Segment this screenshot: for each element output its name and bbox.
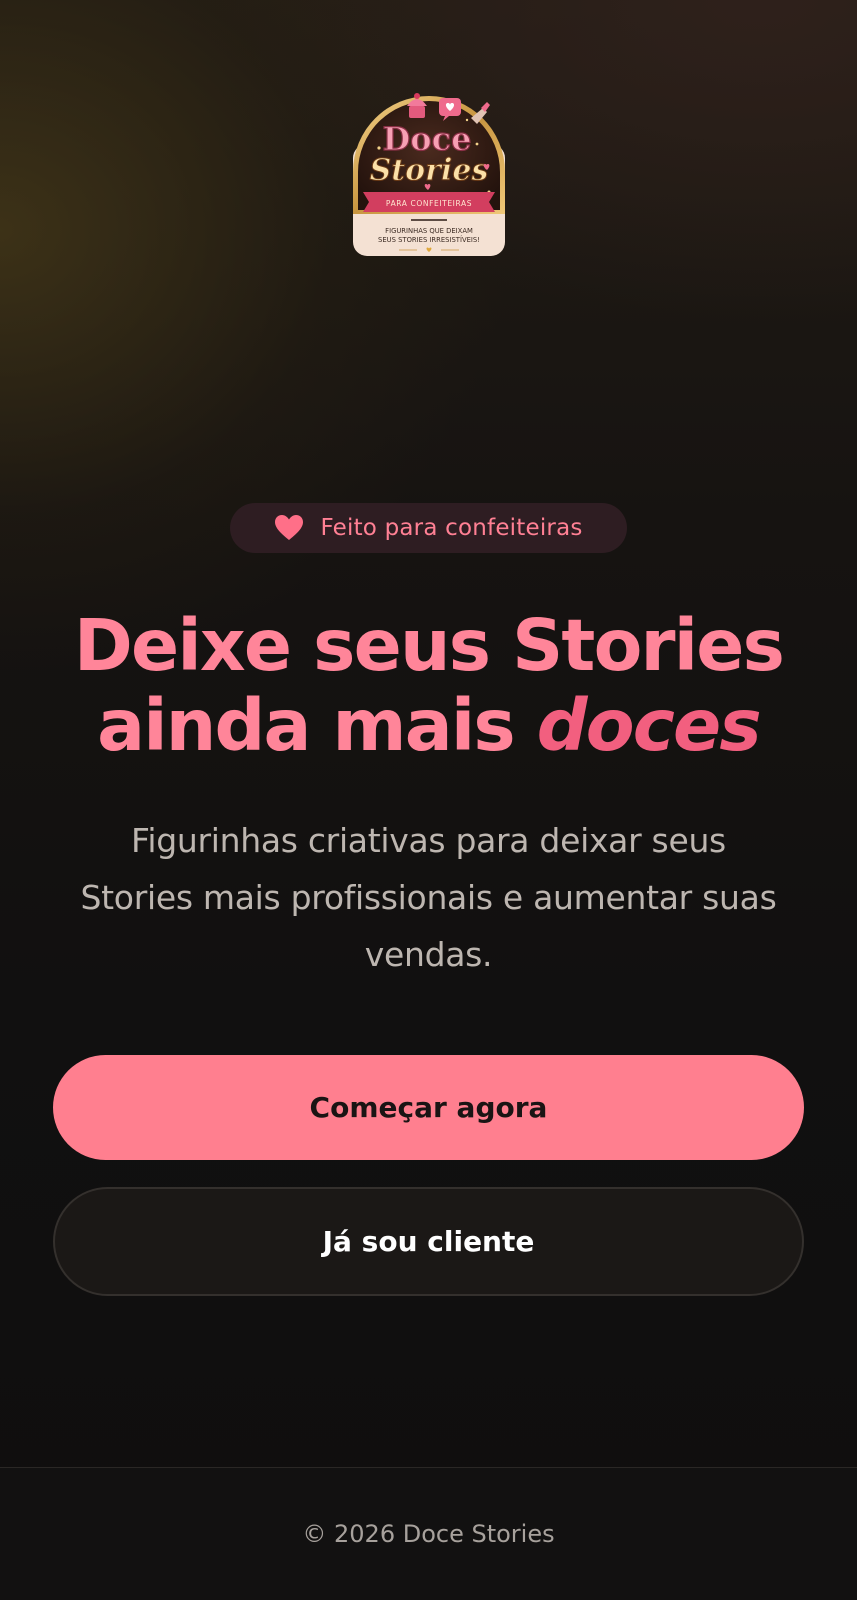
- start-now-button[interactable]: Começar agora: [53, 1055, 804, 1160]
- page-footer: © 2026 Doce Stories: [0, 1467, 857, 1600]
- badge-label: Feito para confeiteiras: [320, 515, 583, 541]
- logo-tagline1-text: FIGURINHAS QUE DEIXAM: [385, 227, 473, 235]
- hero-title-accent: doces: [536, 684, 762, 767]
- logo-ribbon-text: PARA CONFEITEIRAS: [386, 199, 472, 208]
- hero-title: Deixe seus Stories ainda mais doces: [40, 606, 817, 766]
- brand-logo: Doce Stories PARA CONFEITEIRAS FIGURINHA…: [349, 84, 509, 260]
- hero-subtitle: Figurinhas criativas para deixar seus St…: [80, 821, 777, 974]
- logo-tagline2-text: SEUS STORIES IRRESISTÍVEIS!: [378, 235, 480, 244]
- heart-icon: [275, 515, 304, 540]
- hero-title-line1: Deixe seus Stories: [73, 604, 785, 687]
- existing-customer-button[interactable]: Já sou cliente: [53, 1187, 804, 1296]
- copyright-text: © 2026 Doce Stories: [302, 1520, 555, 1548]
- logo-line2-text: Stories: [370, 153, 489, 188]
- audience-badge: Feito para confeiteiras: [230, 503, 627, 553]
- hero-title-line2: ainda mais: [97, 684, 537, 767]
